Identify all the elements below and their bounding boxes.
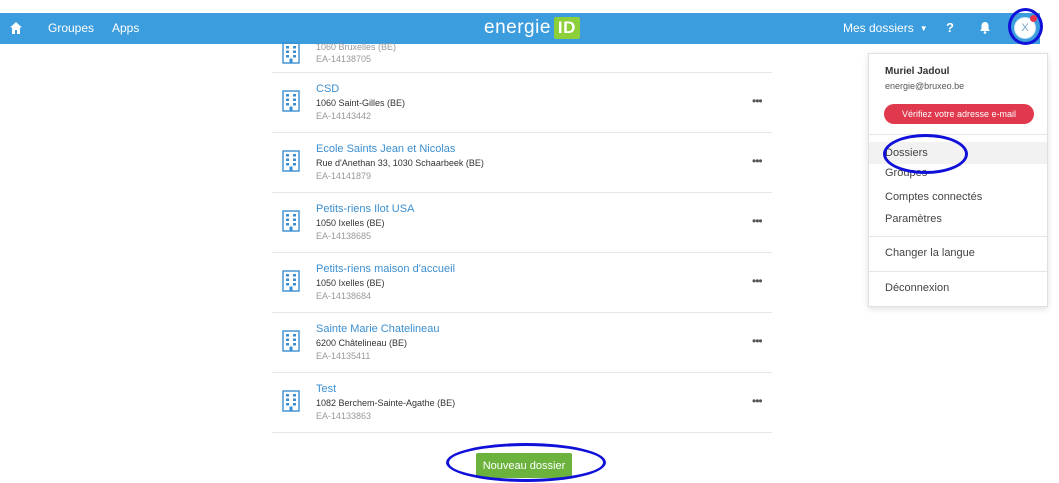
user-dropdown-menu: Muriel Jadoul energie@bruxeo.be Vérifiez… [868,53,1048,307]
dossier-code: EA-14133863 [316,411,372,421]
nav-groupes-link[interactable]: Groupes [48,21,94,35]
dossier-address: Rue d'Anethan 33, 1030 Schaarbeek (BE) [316,158,484,168]
home-icon[interactable] [9,21,23,35]
more-options-button[interactable]: ••• [752,274,763,288]
dossier-address: 1082 Berchem-Sainte-Agathe (BE) [316,398,456,408]
dossier-row[interactable]: Test 1082 Berchem-Sainte-Agathe (BE) EA-14… [272,373,772,433]
dossier-row[interactable]: Petits-riens Ilot USA 1050 Ixelles (BE) EA… [272,193,772,253]
user-name: Muriel Jadoul [885,66,950,77]
building-icon [282,330,300,352]
annotation-circle-avatar [1008,8,1043,45]
dossier-code: EA-14135411 [316,351,371,361]
dossier-row[interactable]: Sainte Marie Chatelineau 6200 Châtelineau… [272,313,772,373]
dropdown-divider [869,236,1047,237]
verify-email-button[interactable]: Vérifiez votre adresse e-mail [884,104,1034,124]
dossier-row[interactable]: 1060 Bruxelles (BE) EA-14138705 [272,0,772,73]
more-options-button[interactable]: ••• [752,94,763,108]
my-dossiers-label: Mes dossiers [843,21,914,35]
dossier-address: 1060 Bruxelles (BE) [316,42,397,52]
user-email: energie@bruxeo.be [885,81,965,91]
building-icon [282,390,300,412]
menu-item-change-language[interactable]: Changer la langue [885,247,975,259]
dossier-name-link[interactable]: Petits-riens Ilot USA [316,203,414,215]
dossier-address: 1060 Saint-Gilles (BE) [316,98,406,108]
menu-item-parametres[interactable]: Paramètres [885,213,942,225]
building-icon [282,150,300,172]
dossier-row[interactable]: Petits-riens maison d'accueil 1050 Ixelle… [272,253,772,313]
building-icon [282,90,300,112]
nav-apps-link[interactable]: Apps [112,21,139,35]
more-options-button[interactable]: ••• [752,394,763,408]
dossier-address: 1050 Ixelles (BE) [316,218,385,228]
building-icon [282,270,300,292]
menu-item-comptes-connectes[interactable]: Comptes connectés [885,191,982,203]
dossier-address: 6200 Châtelineau (BE) [316,338,408,348]
bell-icon[interactable] [979,21,991,34]
my-dossiers-menu[interactable]: Mes dossiers ▼ [843,21,928,35]
caret-down-icon: ▼ [919,24,928,33]
screen: Groupes Apps energie ID Mes dossiers ▼ ? … [0,0,1059,483]
dossier-name-link[interactable]: CSD [316,83,339,95]
dossier-code: EA-14138684 [316,291,372,301]
more-options-button[interactable]: ••• [752,214,763,228]
menu-item-logout[interactable]: Déconnexion [885,282,949,294]
dropdown-divider [869,271,1047,272]
more-options-button[interactable]: ••• [752,334,763,348]
dossier-row[interactable]: CSD 1060 Saint-Gilles (BE) EA-14143442 ••• [272,73,772,133]
dossier-name-link[interactable]: Ecole Saints Jean et Nicolas [316,143,455,155]
dossier-name-link[interactable]: Sainte Marie Chatelineau [316,323,440,335]
annotation-circle-dossiers [883,134,968,174]
dropdown-divider [869,134,1047,135]
dossier-name-link[interactable]: Test [316,383,336,395]
building-icon [282,42,300,64]
dossier-code: EA-14138685 [316,231,372,241]
dossier-row[interactable]: Ecole Saints Jean et Nicolas Rue d'Anetha… [272,133,772,193]
dossier-code: EA-14143442 [316,111,372,121]
help-button[interactable]: ? [946,20,954,35]
dossier-code: EA-14141879 [316,171,372,181]
annotation-circle-new-dossier [446,443,606,482]
building-icon [282,210,300,232]
dossier-code: EA-14138705 [316,54,372,64]
dossier-address: 1050 Ixelles (BE) [316,278,385,288]
dossier-name-link[interactable]: Petits-riens maison d'accueil [316,263,455,275]
more-options-button[interactable]: ••• [752,154,763,168]
